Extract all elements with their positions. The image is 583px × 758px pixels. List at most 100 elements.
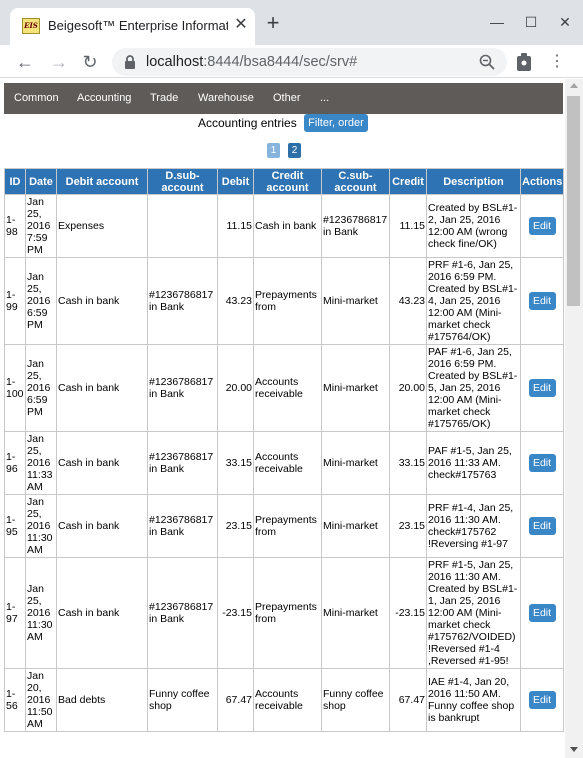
col-header-d-sub-account: D.sub-account [147,168,218,195]
cell-debit-account: Expenses [56,194,148,258]
cell-date: Jan 20, 2016 11:50 AM [25,668,57,732]
cell-id: 1-98 [4,194,26,258]
reload-icon[interactable]: ↻ [79,51,101,73]
cell-description: PRF #1-6, Jan 25, 2016 6:59 PM. Created … [426,257,521,345]
extension-icon[interactable] [515,52,533,72]
cell-credit-account: Accounts receivable [253,344,322,432]
cell-debit-account: Cash in bank [56,344,148,432]
favicon-icon: EIS [22,18,40,34]
filter-order-button[interactable]: Filter, order [304,114,368,132]
back-icon[interactable]: ← [14,51,36,73]
cell-date: Jan 25, 2016 11:30 AM [25,557,57,669]
cell-debit-account: Cash in bank [56,257,148,345]
cell-credit-account: Prepayments from [253,494,322,558]
nav-item-accounting[interactable]: Accounting [77,92,131,104]
cell-id: 1-95 [4,494,26,558]
cell-debit-account: Bad debts [56,668,148,732]
cell-debit: 67.47 [217,668,254,732]
minimize-icon[interactable]: — [487,12,507,32]
col-header-date: Date [25,168,57,195]
tab-close-icon[interactable]: ✕ [232,16,250,34]
browser-toolbar: ← → ↻ localhost:8444/bsa8444/sec/srv# ⋮ [0,45,583,78]
cell-description: IAE #1-4, Jan 20, 2016 11:50 AM. Funny c… [426,668,521,732]
cell-credit: 43.23 [389,257,427,345]
cell-d-sub-account: #1236786817 in Bank [147,557,218,669]
nav-item-trade[interactable]: Trade [150,92,178,104]
cell-actions: Edit [520,194,564,258]
url-host: localhost [146,54,204,70]
cell-credit-account: Prepayments from [253,557,322,669]
cell-debit-account: Cash in bank [56,494,148,558]
cell-d-sub-account: #1236786817 in Bank [147,494,218,558]
edit-button[interactable]: Edit [528,454,556,472]
col-header-credit-account: Credit account [253,168,322,195]
cell-id: 1-99 [4,257,26,345]
page-title: Accounting entries [198,116,297,130]
window-close-icon[interactable]: ✕ [555,12,575,32]
edit-button[interactable]: Edit [528,517,556,535]
table-row: 1-99 Jan 25, 2016 6:59 PM Cash in bank #… [4,257,564,345]
page-1-button[interactable]: 1 [267,143,280,158]
nav-item-other[interactable]: Other [273,92,301,104]
cell-date: Jan 25, 2016 11:33 AM [25,431,57,495]
edit-button[interactable]: Edit [528,292,556,310]
page-2-button[interactable]: 2 [288,143,301,158]
cell-date: Jan 25, 2016 6:59 PM [25,344,57,432]
maximize-icon[interactable]: ☐ [521,12,541,32]
table-header-row: ID Date Debit account D.sub-account Debi… [4,168,564,195]
cell-debit: 20.00 [217,344,254,432]
cell-d-sub-account: #1236786817 in Bank [147,257,218,345]
edit-button[interactable]: Edit [528,217,556,235]
new-tab-icon[interactable]: + [262,12,284,34]
forward-icon[interactable]: → [48,51,70,73]
accounting-entries-table: ID Date Debit account D.sub-account Debi… [4,168,564,732]
nav-item-warehouse[interactable]: Warehouse [198,92,254,104]
table-row: 1-97 Jan 25, 2016 11:30 AM Cash in bank … [4,557,564,669]
scrollbar-thumb[interactable] [567,96,580,306]
col-header-credit: Credit [389,168,427,195]
scroll-down-icon[interactable] [570,747,578,752]
cell-credit: 23.15 [389,494,427,558]
table-row: 1-100 Jan 25, 2016 6:59 PM Cash in bank … [4,344,564,432]
main-navbar: Common Accounting Trade Warehouse Other … [4,83,563,114]
cell-credit: -23.15 [389,557,427,669]
zoom-icon[interactable] [478,53,496,71]
col-header-debit: Debit [217,168,254,195]
cell-c-sub-account: Mini-market [321,431,390,495]
cell-c-sub-account: Mini-market [321,344,390,432]
edit-button[interactable]: Edit [528,691,556,709]
cell-c-sub-account: Mini-market [321,257,390,345]
nav-item-common[interactable]: Common [14,92,59,104]
cell-credit: 33.15 [389,431,427,495]
cell-debit: -23.15 [217,557,254,669]
scroll-up-icon[interactable] [570,83,578,88]
cell-id: 1-96 [4,431,26,495]
col-header-debit-account: Debit account [56,168,148,195]
col-header-description: Description [426,168,521,195]
edit-button[interactable]: Edit [528,379,556,397]
cell-actions: Edit [520,431,564,495]
cell-actions: Edit [520,668,564,732]
browser-tabstrip: EIS Beigesoft™ Enterprise Information ✕ … [0,0,583,45]
cell-description: PRF #1-5, Jan 25, 2016 11:30 AM. Created… [426,557,521,669]
browser-tab[interactable]: EIS Beigesoft™ Enterprise Information ✕ [10,8,255,45]
cell-credit-account: Accounts receivable [253,431,322,495]
cell-id: 1-97 [4,557,26,669]
cell-debit: 43.23 [217,257,254,345]
cell-date: Jan 25, 2016 7:59 PM [25,194,57,258]
browser-menu-icon[interactable]: ⋮ [548,52,566,72]
cell-actions: Edit [520,557,564,669]
address-bar[interactable]: localhost:8444/bsa8444/sec/srv# [112,48,507,76]
cell-credit-account: Accounts receivable [253,668,322,732]
table-row: 1-56 Jan 20, 2016 11:50 AM Bad debts Fun… [4,668,564,732]
col-header-actions: Actions [520,168,564,195]
col-header-id: ID [4,168,26,195]
cell-debit: 23.15 [217,494,254,558]
cell-d-sub-account: #1236786817 in Bank [147,431,218,495]
table-row: 1-96 Jan 25, 2016 11:33 AM Cash in bank … [4,431,564,495]
nav-item-more[interactable]: ... [320,92,329,104]
url-path: :8444/bsa8444/sec/srv# [203,54,358,70]
edit-button[interactable]: Edit [528,604,556,622]
col-header-c-sub-account: C.sub-account [321,168,390,195]
cell-d-sub-account: Funny coffee shop [147,668,218,732]
